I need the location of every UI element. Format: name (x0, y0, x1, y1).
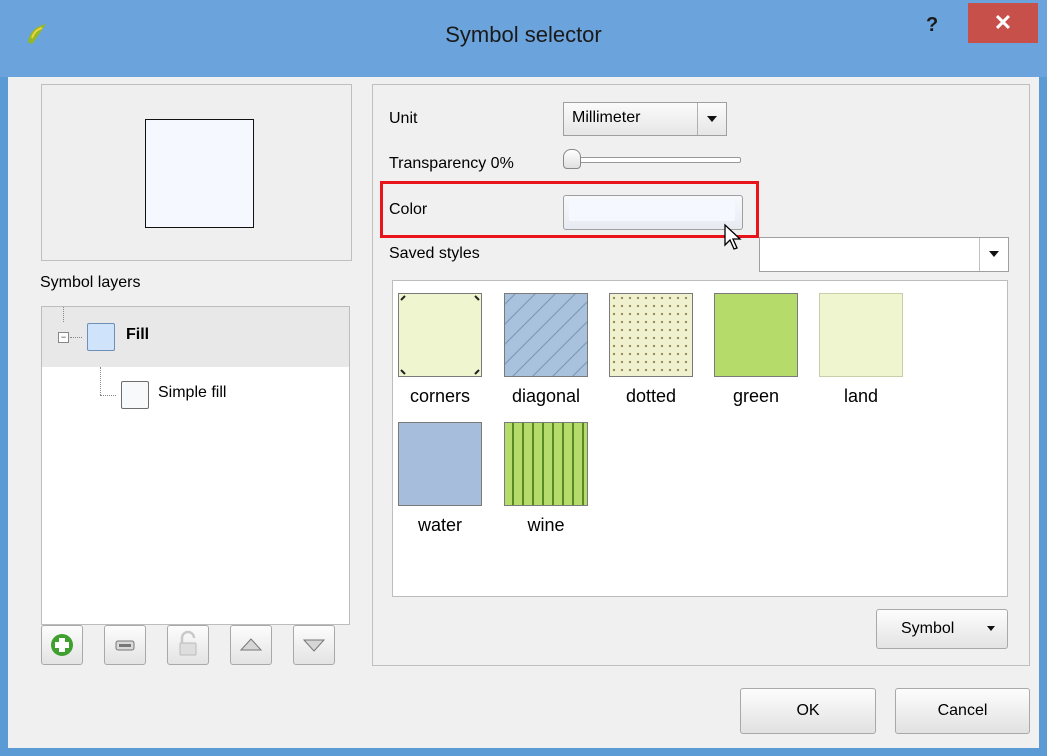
transparency-slider-handle[interactable] (563, 149, 581, 169)
saved-styles-combobox[interactable] (759, 237, 1009, 272)
chevron-down-icon (987, 626, 995, 631)
lock-icon (179, 630, 197, 656)
saved-styles-label: Saved styles (389, 245, 480, 262)
title-bar: Symbol selector ? ✕ (0, 0, 1047, 77)
style-item-corners[interactable]: corners (390, 293, 490, 407)
corners-swatch (398, 293, 482, 377)
dotted-swatch (609, 293, 693, 377)
remove-layer-icon (115, 640, 135, 651)
style-item-green[interactable]: green (706, 293, 806, 407)
wine-swatch (504, 422, 588, 506)
symbol-layers-label: Symbol layers (40, 274, 141, 291)
cancel-button[interactable]: Cancel (895, 688, 1030, 734)
green-swatch (714, 293, 798, 377)
diagonal-swatch (494, 283, 596, 385)
land-swatch (819, 293, 903, 377)
window-title: Symbol selector (445, 22, 602, 47)
transparency-label: Transparency 0% (389, 155, 514, 172)
layer-row-fill[interactable]: − Fill (42, 307, 349, 367)
chevron-down-icon[interactable] (697, 103, 726, 135)
style-name: green (732, 386, 780, 406)
annotation-highlight (380, 181, 759, 238)
ok-button[interactable]: OK (740, 688, 876, 734)
style-item-land[interactable]: land (811, 293, 911, 407)
style-name: wine (527, 515, 565, 535)
water-swatch (398, 422, 482, 506)
add-layer-icon (51, 634, 73, 656)
unit-value: Millimeter (572, 109, 641, 126)
style-item-dotted[interactable]: dotted (601, 293, 701, 407)
mouse-cursor-icon (724, 223, 742, 250)
symbol-selector-window: Symbol selector ? ✕ Symbol layers − Fill… (0, 0, 1047, 756)
style-item-wine[interactable]: wine (496, 422, 596, 536)
style-item-diagonal[interactable]: diagonal (494, 283, 596, 407)
move-down-icon (302, 639, 326, 652)
style-name: land (843, 386, 879, 406)
fill-swatch-icon (87, 323, 115, 351)
style-name: diagonal (511, 386, 581, 406)
symbol-preview (41, 84, 352, 261)
transparency-slider[interactable] (569, 157, 741, 163)
lock-layer-button[interactable] (167, 625, 209, 665)
symbol-layers-tree[interactable]: − Fill Simple fill (41, 306, 350, 625)
symbol-menu-button[interactable]: Symbol (876, 609, 1008, 649)
style-name: dotted (625, 386, 677, 406)
move-down-button[interactable] (293, 625, 335, 665)
preview-symbol (145, 119, 254, 228)
symbol-properties-panel: Unit Millimeter Transparency 0% Color Sa… (372, 84, 1030, 666)
styles-list[interactable]: corners diagonal dotted green land water… (392, 280, 1008, 597)
style-name: corners (409, 386, 471, 406)
unit-label: Unit (389, 110, 418, 127)
add-layer-button[interactable] (41, 625, 83, 665)
style-item-water[interactable]: water (390, 422, 490, 536)
collapse-icon[interactable]: − (58, 332, 69, 343)
dialog-body: Symbol layers − Fill Simple fill Unit Mi… (8, 77, 1039, 748)
unit-combobox[interactable]: Millimeter (563, 102, 727, 136)
layer-label-simple-fill: Simple fill (158, 384, 227, 401)
close-button[interactable]: ✕ (968, 3, 1038, 43)
simple-fill-swatch-icon (121, 381, 149, 409)
help-button[interactable]: ? (926, 14, 938, 37)
move-up-button[interactable] (230, 625, 272, 665)
style-name: water (417, 515, 462, 535)
layer-label-fill: Fill (126, 326, 150, 343)
remove-layer-button[interactable] (104, 625, 146, 665)
symbol-button-label: Symbol (901, 620, 955, 637)
chevron-down-icon[interactable] (979, 238, 1008, 271)
move-up-icon (239, 638, 263, 651)
